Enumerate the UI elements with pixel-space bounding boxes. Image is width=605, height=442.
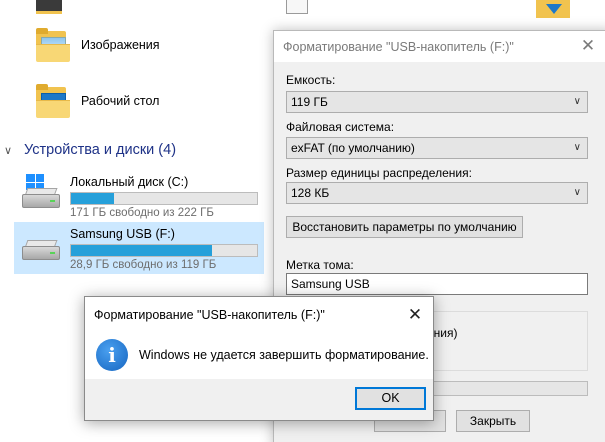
devices-section-header[interactable]: ∨ Устройства и диски (4) <box>4 142 176 158</box>
volume-label-label: Метка тома: <box>286 258 354 272</box>
info-icon: i <box>96 338 128 371</box>
filesystem-label: Файловая система: <box>286 120 395 134</box>
close-button[interactable]: Закрыть <box>456 410 530 432</box>
error-message-box: Форматирование "USB-накопитель (F:)" ✕ i… <box>84 296 434 421</box>
desktop-folder-icon <box>36 84 70 118</box>
videos-folder-partial[interactable] <box>36 0 62 14</box>
folder-desktop[interactable]: Рабочий стол <box>36 84 159 118</box>
chevron-down-icon: ∨ <box>573 142 581 153</box>
downloads-folder-partial[interactable] <box>536 0 570 18</box>
close-icon[interactable]: ✕ <box>580 37 596 54</box>
drive-usage-fill <box>71 193 114 204</box>
cluster-size-label: Размер единицы распределения: <box>286 166 472 180</box>
documents-folder-partial[interactable] <box>286 0 308 14</box>
drive-name: Локальный диск (C:) <box>70 175 189 189</box>
message-text: Windows не удается завершить форматирова… <box>139 347 429 362</box>
chevron-down-icon: ∨ <box>573 187 581 198</box>
drive-c[interactable]: Локальный диск (C:) 171 ГБ свободно из 2… <box>14 170 264 222</box>
capacity-label: Емкость: <box>286 73 336 87</box>
chevron-down-icon: ∨ <box>4 144 13 157</box>
windows-drive-icon <box>20 174 64 214</box>
pictures-folder-icon <box>36 28 70 62</box>
folder-pictures[interactable]: Изображения <box>36 28 160 62</box>
folder-label: Рабочий стол <box>81 94 160 108</box>
cluster-size-select[interactable]: 128 КБ ∨ <box>286 182 588 204</box>
ok-button[interactable]: OK <box>355 387 426 410</box>
devices-section-title: Устройства и диски (4) <box>24 142 177 158</box>
cluster-size-value: 128 КБ <box>291 186 330 200</box>
format-dialog-titlebar[interactable]: Форматирование "USB-накопитель (F:)" ✕ <box>274 31 605 62</box>
message-box-footer: OK <box>85 379 433 420</box>
close-icon[interactable]: ✕ <box>407 306 423 323</box>
drive-usage-bar <box>70 192 258 205</box>
drive-free-space: 171 ГБ свободно из 222 ГБ <box>70 207 214 219</box>
message-box-body: i Windows не удается завершить форматиро… <box>85 333 433 376</box>
chevron-down-icon: ∨ <box>573 96 581 107</box>
drive-free-space: 28,9 ГБ свободно из 119 ГБ <box>70 259 217 271</box>
drive-f-usb[interactable]: Samsung USB (F:) 28,9 ГБ свободно из 119… <box>14 222 264 274</box>
filesystem-value: exFAT (по умолчанию) <box>291 141 415 155</box>
message-box-titlebar[interactable]: Форматирование "USB-накопитель (F:)" ✕ <box>85 297 433 333</box>
usb-drive-icon <box>20 226 64 266</box>
drive-usage-fill <box>71 245 213 256</box>
volume-label-input[interactable]: Samsung USB <box>286 273 588 295</box>
folder-label: Изображения <box>81 38 160 52</box>
message-box-title: Форматирование "USB-накопитель (F:)" <box>94 308 325 322</box>
drive-usage-bar <box>70 244 258 257</box>
drive-name: Samsung USB (F:) <box>70 227 175 241</box>
capacity-select[interactable]: 119 ГБ ∨ <box>286 91 588 113</box>
restore-defaults-button[interactable]: Восстановить параметры по умолчанию <box>286 216 523 238</box>
capacity-value: 119 ГБ <box>291 95 328 109</box>
filesystem-select[interactable]: exFAT (по умолчанию) ∨ <box>286 137 588 159</box>
format-dialog-title: Форматирование "USB-накопитель (F:)" <box>283 39 514 54</box>
download-arrow-icon <box>546 4 562 14</box>
